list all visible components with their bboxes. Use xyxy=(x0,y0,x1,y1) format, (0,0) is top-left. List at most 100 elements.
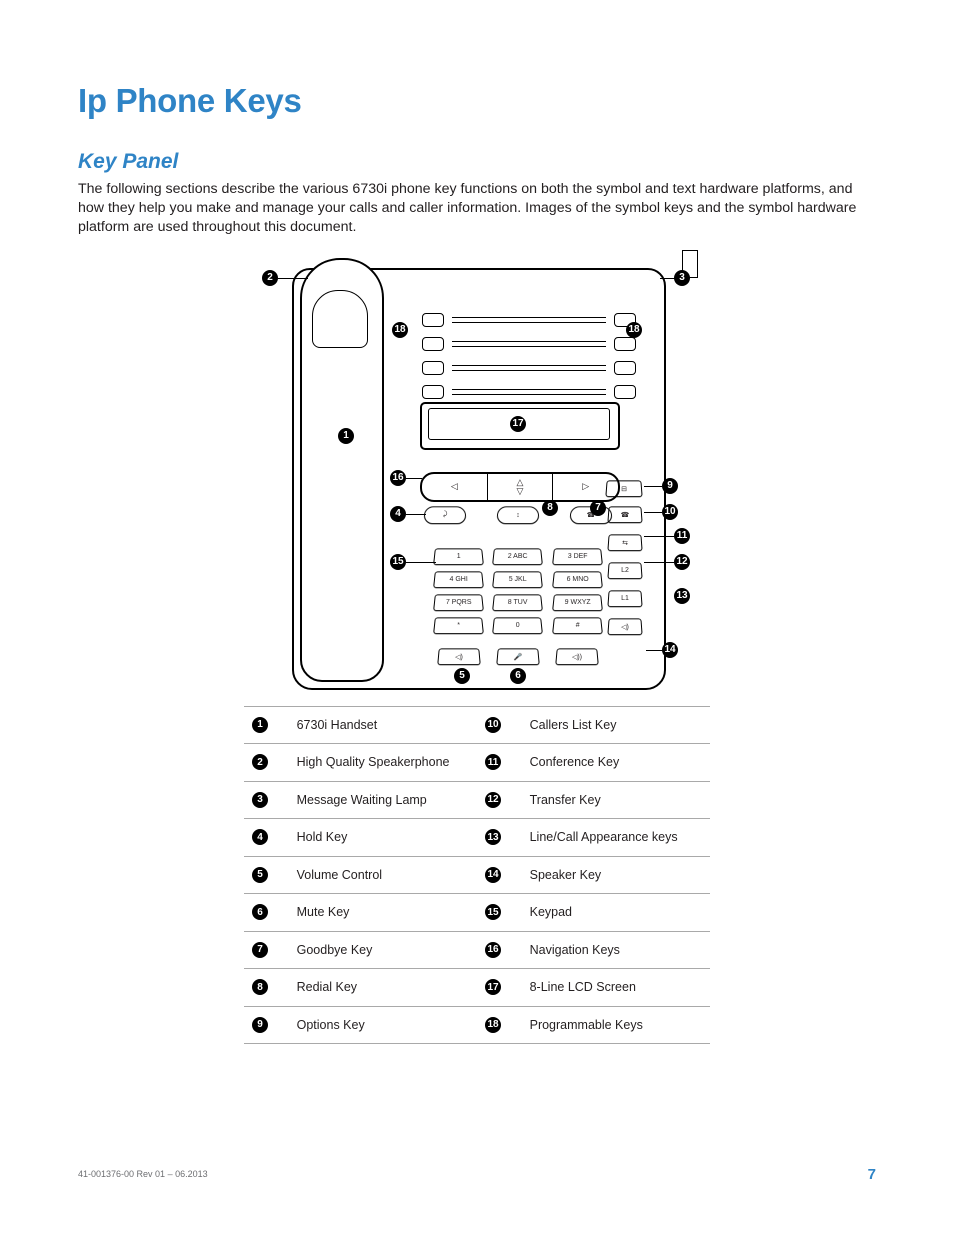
legend-number-cell: 7 xyxy=(244,942,297,958)
legend-label: High Quality Speakerphone xyxy=(297,755,477,769)
legend-label: 6730i Handset xyxy=(297,718,477,732)
legend-number-cell: 9 xyxy=(244,1017,297,1033)
callout-5: 5 xyxy=(454,668,470,684)
legend-label: Redial Key xyxy=(297,980,477,994)
legend-label: Navigation Keys xyxy=(530,943,710,957)
volume-up-key: ◁)) xyxy=(555,648,599,665)
callout-12: 12 xyxy=(674,554,690,570)
legend-marker: 6 xyxy=(252,904,268,920)
callout-13: 13 xyxy=(674,588,690,604)
navigation-keys: ◁ △▽ ▷ xyxy=(420,472,620,502)
legend-marker: 2 xyxy=(252,754,268,770)
softkey-row xyxy=(422,334,636,354)
legend-number-cell: 18 xyxy=(477,1017,530,1033)
keypad-key: 8 TUV xyxy=(492,594,543,611)
legend-marker: 12 xyxy=(485,792,501,808)
legend-marker: 5 xyxy=(252,867,268,883)
legend-label: Conference Key xyxy=(530,755,710,769)
side-keys: ☎⇆L2L1◁) xyxy=(608,506,642,635)
legend-number-cell: 2 xyxy=(244,754,297,770)
keypad: 12 ABC3 DEF4 GHI5 JKL6 MNO7 PQRS8 TUV9 W… xyxy=(434,548,602,634)
legend-marker: 3 xyxy=(252,792,268,808)
legend-label: Speaker Key xyxy=(530,868,710,882)
callout-16: 16 xyxy=(390,470,406,486)
legend-label: Options Key xyxy=(297,1018,477,1032)
legend-label: Volume Control xyxy=(297,868,477,882)
handset-earpiece xyxy=(312,290,368,348)
legend-row: 4Hold Key13Line/Call Appearance keys xyxy=(244,819,710,857)
legend-number-cell: 11 xyxy=(477,754,530,770)
legend-marker: 18 xyxy=(485,1017,501,1033)
legend-marker: 7 xyxy=(252,942,268,958)
legend-label: Transfer Key xyxy=(530,793,710,807)
callout-3: 3 xyxy=(674,270,690,286)
callout-7: 7 xyxy=(590,500,606,516)
legend-number-cell: 15 xyxy=(477,904,530,920)
callout-18b: 18 xyxy=(626,322,642,338)
legend-row: 2 High Quality Speakerphone 11 Conference K… xyxy=(244,744,710,782)
legend-marker: 1 xyxy=(252,717,268,733)
footer-doc-id: 41-001376-00 Rev 01 – 06.2013 xyxy=(78,1169,208,1179)
callout-1: 1 xyxy=(338,428,354,444)
legend-marker: 10 xyxy=(485,717,501,733)
keypad-key: * xyxy=(433,617,484,634)
side-key: ⇆ xyxy=(607,534,642,551)
legend-row: 8Redial Key178-Line LCD Screen xyxy=(244,969,710,1007)
keypad-key: # xyxy=(552,617,603,634)
legend-number-cell: 10 xyxy=(477,717,530,733)
legend-row: 6Mute Key15Keypad xyxy=(244,894,710,932)
page-title: Ip Phone Keys xyxy=(78,82,876,120)
redial-key: ↕ xyxy=(496,506,539,524)
intro-paragraph: The following sections describe the vari… xyxy=(78,180,876,238)
legend-label: Hold Key xyxy=(297,830,477,844)
legend-label: Goodbye Key xyxy=(297,943,477,957)
callout-4: 4 xyxy=(390,506,406,522)
legend-marker: 11 xyxy=(485,754,501,770)
softkey-row xyxy=(422,358,636,378)
legend-number-cell: 5 xyxy=(244,867,297,883)
keypad-key: 2 ABC xyxy=(492,548,543,565)
callout-6: 6 xyxy=(510,668,526,684)
legend-number-cell: 14 xyxy=(477,867,530,883)
nav-up-down-icon: △▽ xyxy=(488,474,554,500)
callout-17: 17 xyxy=(510,416,526,432)
volume-mute-row: ◁) 🎤 ◁)) xyxy=(438,648,598,665)
section-heading: Key Panel xyxy=(78,150,876,174)
legend-row: 1 6730i Handset 10 Callers List Key xyxy=(244,707,710,745)
side-key: L2 xyxy=(607,562,642,579)
softkey-row xyxy=(422,310,636,330)
legend-label: Mute Key xyxy=(297,905,477,919)
side-key: ☎ xyxy=(607,506,642,523)
callout-11: 11 xyxy=(674,528,690,544)
legend-marker: 9 xyxy=(252,1017,268,1033)
legend-label: Callers List Key xyxy=(530,718,710,732)
legend-row: 7 Goodbye Key 16 Navigation Keys xyxy=(244,932,710,970)
function-row: ⤸ ↕ ☎ xyxy=(424,506,612,526)
callout-15: 15 xyxy=(390,554,406,570)
legend-marker: 17 xyxy=(485,979,501,995)
legend-number-cell: 16 xyxy=(477,942,530,958)
nav-left-icon: ◁ xyxy=(422,474,488,500)
keypad-key: 3 DEF xyxy=(552,548,603,565)
side-key: ◁) xyxy=(607,618,642,635)
keypad-key: 1 xyxy=(433,548,484,565)
softkey-row xyxy=(422,382,636,402)
keypad-key: 7 PQRS xyxy=(433,594,484,611)
keypad-key: 4 GHI xyxy=(433,571,484,588)
hold-key: ⤸ xyxy=(423,506,466,524)
volume-down-key: ◁) xyxy=(437,648,481,665)
legend-marker: 16 xyxy=(485,942,501,958)
mute-key: 🎤 xyxy=(496,648,540,665)
callout-2: 2 xyxy=(262,270,278,286)
legend-number-cell: 3 xyxy=(244,792,297,808)
legend-row: 9Options Key18Programmable Keys xyxy=(244,1007,710,1045)
callout-9: 9 xyxy=(662,478,678,494)
legend-label: 8-Line LCD Screen xyxy=(530,980,710,994)
legend-table: 1 6730i Handset 10 Callers List Key 2 High Qu… xyxy=(244,706,710,1045)
legend-label: Message Waiting Lamp xyxy=(297,793,477,807)
options-key: ⊟ xyxy=(606,480,642,497)
keypad-key: 9 WXYZ xyxy=(552,594,603,611)
legend-number-cell: 6 xyxy=(244,904,297,920)
phone-diagram: ◁ △▽ ▷ ⤸ ↕ ☎ 12 ABC3 DEF4 GHI5 JKL6 MNO7… xyxy=(262,256,692,686)
legend-marker: 13 xyxy=(485,829,501,845)
